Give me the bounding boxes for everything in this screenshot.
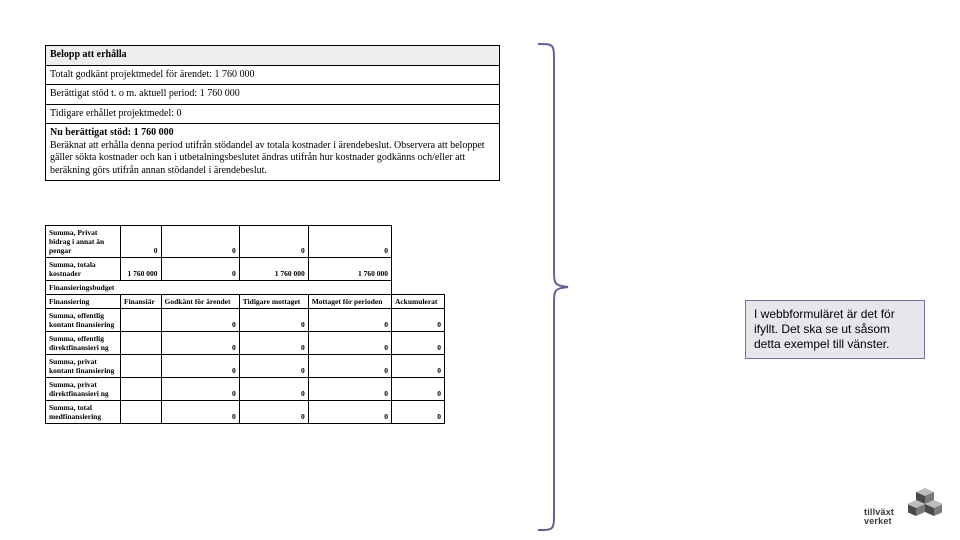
row-label: Summa, total medfinansiering — [46, 401, 121, 424]
cell: 0 — [308, 309, 391, 332]
row-label: Summa, privat direktfinansieri ng — [46, 378, 121, 401]
cell: 0 — [161, 309, 239, 332]
cell: 0 — [308, 401, 391, 424]
col-header: Mottaget för perioden — [308, 295, 391, 309]
table-row: Summa, privat kontant finansiering 0 0 0… — [46, 355, 445, 378]
cell: 0 — [239, 355, 308, 378]
callout-box: I webbformuläret är det för ifyllt. Det … — [745, 300, 925, 359]
table-row: Summa, totala kostnader 1 760 000 0 1 76… — [46, 258, 445, 281]
cell: 1 760 000 — [239, 258, 308, 281]
cell: 0 — [161, 332, 239, 355]
tillvaxtverket-logo: tillväxt verket — [864, 488, 942, 526]
cell: 0 — [308, 378, 391, 401]
callout-text: I webbformuläret är det för ifyllt. Det … — [754, 307, 895, 351]
cell: 0 — [239, 401, 308, 424]
col-header: Finansiär — [121, 295, 162, 309]
summary-table: Belopp att erhålla Totalt godkänt projek… — [45, 45, 500, 181]
row-label: Summa, offentlig direktfinansieri ng — [46, 332, 121, 355]
summary-now-title: Nu berättigat stöd: 1 760 000 — [50, 127, 174, 138]
cell: 1 760 000 — [308, 258, 391, 281]
cell: 0 — [308, 332, 391, 355]
table-row: Summa, total medfinansiering 0 0 0 0 — [46, 401, 445, 424]
summary-line: Totalt godkänt projektmedel för ärendet:… — [46, 65, 500, 85]
logo-cubes-icon — [908, 488, 942, 516]
summary-title: Belopp att erhålla — [46, 46, 500, 66]
row-label: Summa, offentlig kontant finansiering — [46, 309, 121, 332]
cell: 0 — [391, 309, 444, 332]
row-label: Summa, totala kostnader — [46, 258, 121, 281]
cell: 0 — [239, 332, 308, 355]
cell: 0 — [161, 258, 239, 281]
cell: 0 — [391, 378, 444, 401]
cell: 0 — [391, 401, 444, 424]
col-header: Godkänt för ärendet — [161, 295, 239, 309]
logo-line2: verket — [864, 516, 892, 526]
cell: 0 — [161, 378, 239, 401]
summary-line: Tidigare erhållet projektmedel: 0 — [46, 104, 500, 124]
section-heading-row: Finansieringsbudget — [46, 281, 445, 295]
logo-text: tillväxt verket — [864, 508, 894, 526]
col-header: Ackumulerat — [391, 295, 444, 309]
cell: 0 — [391, 355, 444, 378]
table-row: Summa, offentlig direktfinansieri ng 0 0… — [46, 332, 445, 355]
table-row: Summa, Privat bidrag i annat än pengar 0… — [46, 226, 445, 258]
cell: 0 — [161, 355, 239, 378]
cell: 0 — [161, 401, 239, 424]
column-header-row: Finansiering Finansiär Godkänt för ärend… — [46, 295, 445, 309]
row-label: Summa, privat kontant finansiering — [46, 355, 121, 378]
cell: 0 — [239, 378, 308, 401]
detail-table: Summa, Privat bidrag i annat än pengar 0… — [45, 225, 445, 424]
col-header: Tidigare mottaget — [239, 295, 308, 309]
cell: 0 — [391, 332, 444, 355]
row-label: Summa, Privat bidrag i annat än pengar — [46, 226, 121, 258]
table-row: Summa, privat direktfinansieri ng 0 0 0 … — [46, 378, 445, 401]
cell: 0 — [308, 355, 391, 378]
brace-icon — [530, 42, 570, 532]
summary-now-block: Nu berättigat stöd: 1 760 000 Beräknat a… — [46, 124, 500, 181]
summary-explain: Beräknat att erhålla denna period utifrå… — [50, 140, 485, 176]
cell: 0 — [161, 226, 239, 258]
summary-line: Berättigat stöd t. o m. aktuell period: … — [46, 85, 500, 105]
cell: 0 — [121, 226, 162, 258]
section-heading: Finansieringsbudget — [46, 281, 392, 295]
cell: 0 — [239, 226, 308, 258]
col-header: Finansiering — [46, 295, 121, 309]
cell: 0 — [239, 309, 308, 332]
cell: 1 760 000 — [121, 258, 162, 281]
table-row: Summa, offentlig kontant finansiering 0 … — [46, 309, 445, 332]
cell: 0 — [308, 226, 391, 258]
